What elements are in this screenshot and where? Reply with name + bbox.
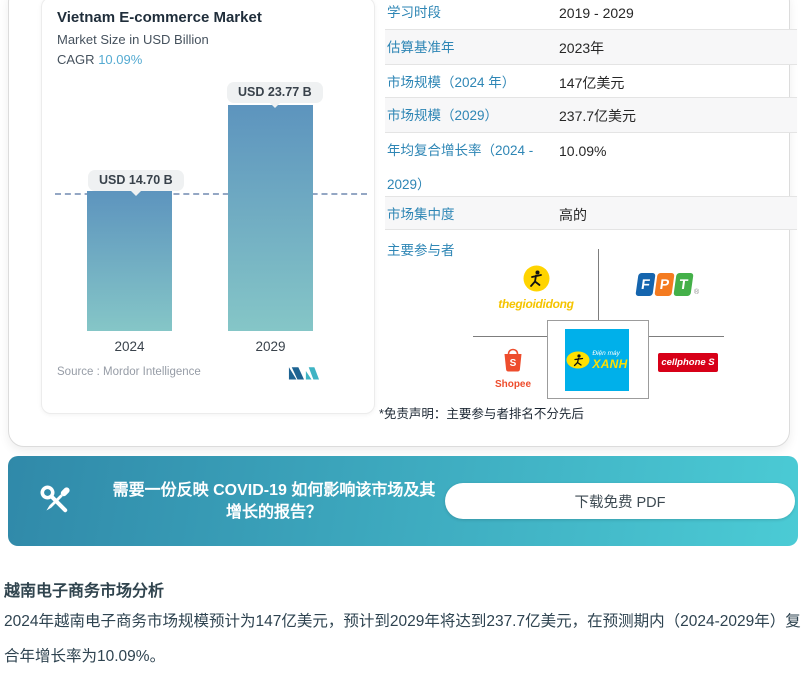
analysis-heading: 越南电子商务市场分析 — [4, 577, 164, 601]
fpt-letter-t: T — [673, 273, 693, 296]
row-value: 237.7亿美元 — [559, 98, 795, 133]
market-snapshot-widget: Vietnam E-commerce Market Market Size in… — [8, 0, 790, 447]
row-value: 2023年 — [559, 30, 795, 65]
shopee-bag-icon: S — [500, 347, 526, 373]
fpt-letter-f: F — [635, 273, 655, 296]
market-size-chart-card: Vietnam E-commerce Market Market Size in… — [41, 0, 375, 414]
player-cellphones-logo: cellphone S — [658, 353, 718, 372]
mordor-intelligence-logo-icon — [288, 362, 320, 382]
table-row: 市场集中度 高的 — [385, 197, 797, 230]
table-row: 估算基准年 2023年 — [385, 30, 797, 65]
banner-question: 需要一份反映 COVID-19 如何影响该市场及其 增长的报告？ — [96, 480, 452, 524]
row-value: 高的 — [559, 197, 795, 232]
fpt-letter-p: P — [654, 273, 674, 296]
cagr-value: 10.09% — [98, 52, 142, 67]
cagr-label: CAGR — [57, 52, 95, 67]
table-row: 市场规模（2029） 237.7亿美元 — [385, 98, 797, 133]
table-row: 学习时段 2019 - 2029 — [385, 0, 797, 30]
bar-value-label-2029: USD 23.77 B — [227, 82, 323, 103]
chart-source: Source : Mordor Intelligence — [57, 366, 201, 378]
players-connector-vertical — [598, 249, 599, 320]
row-label: 市场规模（2024 年） — [387, 65, 559, 100]
row-value: 10.09% — [559, 133, 795, 168]
player-thegioididong-logo: thegioididong — [485, 265, 587, 311]
chart-subtitle: Market Size in USD Billion — [57, 32, 209, 47]
analysis-body: 2024年越南电子商务市场规模预计为147亿美元，预计到2029年将达到237.… — [4, 604, 804, 674]
player-dienmay-xanh-logo: Điện máy XANH — [565, 329, 629, 391]
major-players-label: 主要参与者 — [387, 239, 455, 259]
svg-text:S: S — [510, 358, 517, 369]
player-fpt-logo: F P T ® — [637, 273, 699, 296]
covid-report-banner: 需要一份反映 COVID-19 如何影响该市场及其 增长的报告？ 下载免费 PD… — [8, 456, 798, 546]
bar-2029 — [228, 105, 313, 331]
xanh-figure-icon — [566, 351, 590, 369]
thegioididong-icon — [523, 265, 550, 292]
row-value: 147亿美元 — [559, 65, 795, 100]
bar-value-label-2024: USD 14.70 B — [88, 170, 184, 191]
table-row: 市场规模（2024 年） 147亿美元 — [385, 65, 797, 98]
banner-question-line1: 需要一份反映 COVID-19 如何影响该市场及其 — [113, 482, 436, 499]
x-axis-label-2024: 2024 — [87, 339, 172, 354]
download-free-pdf-button[interactable]: 下载免费 PDF — [445, 483, 795, 519]
table-row: 年均复合增长率（2024 - 2029） 10.09% — [385, 133, 797, 197]
row-label: 学习时段 — [387, 0, 559, 30]
x-axis-label-2029: 2029 — [228, 339, 313, 354]
players-disclaimer: *免责声明：主要参与者排名不分先后 — [379, 403, 584, 422]
market-summary-table: 学习时段 2019 - 2029 估算基准年 2023年 市场规模（2024 年… — [385, 0, 797, 230]
row-label: 市场规模（2029） — [387, 98, 559, 133]
chart-title: Vietnam E-commerce Market — [57, 9, 262, 26]
xanh-line1: Điện máy — [592, 350, 627, 357]
bar-2024 — [87, 191, 172, 331]
row-label: 市场集中度 — [387, 197, 559, 232]
players-connector-right — [649, 336, 724, 337]
chart-cagr: CAGR 10.09% — [57, 52, 142, 67]
banner-question-line2: 增长的报告？ — [226, 504, 322, 521]
xanh-line2: XANH — [592, 357, 627, 371]
players-connector-left — [473, 336, 547, 337]
row-value: 2019 - 2029 — [559, 0, 795, 30]
tools-icon — [36, 481, 76, 521]
fpt-registered-mark: ® — [694, 289, 699, 296]
row-label: 估算基准年 — [387, 30, 559, 65]
row-label: 年均复合增长率（2024 - 2029） — [387, 133, 559, 202]
player-shopee-logo: S Shopee — [493, 347, 533, 390]
